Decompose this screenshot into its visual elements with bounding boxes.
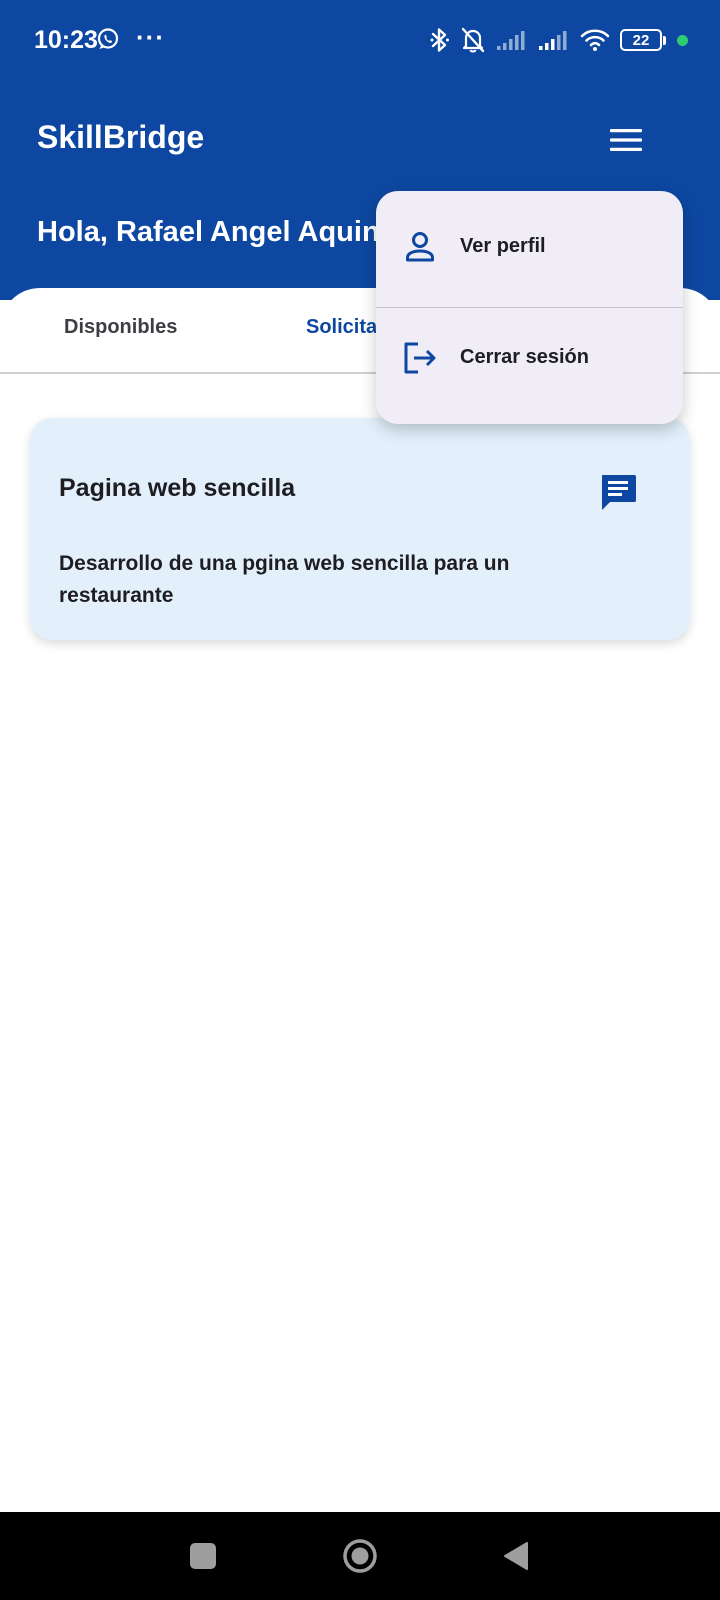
system-navigation-bar [0, 1512, 720, 1600]
back-icon[interactable] [502, 1540, 530, 1572]
logout-icon [404, 342, 436, 374]
card-title: Pagina web sencilla [59, 474, 296, 502]
bluetooth-icon [430, 28, 449, 52]
battery-tip [663, 35, 666, 45]
wifi-icon [580, 29, 610, 51]
status-bar: 10:23 ··· 22 [0, 0, 720, 82]
content-sheet: Disponibles Solicitados Pagina web senci… [0, 288, 720, 1512]
recent-apps-icon[interactable] [190, 1543, 216, 1569]
tab-disponibles[interactable]: Disponibles [64, 316, 177, 339]
battery-level: 22 [632, 31, 650, 49]
menu-button[interactable] [604, 120, 648, 160]
status-time: 10:23 [34, 26, 98, 54]
menu-item-ver-perfil[interactable]: Ver perfil [376, 191, 683, 307]
project-card[interactable]: Pagina web sencilla Desarrollo de una pg… [30, 418, 690, 640]
person-icon [406, 232, 434, 262]
whatsapp-icon [97, 28, 119, 49]
menu-item-label: Cerrar sesión [460, 346, 589, 368]
battery-icon: 22 [620, 29, 662, 51]
status-icons: 22 [430, 24, 688, 56]
privacy-indicator-dot [677, 34, 688, 46]
more-notifications-indicator: ··· [136, 22, 165, 52]
signal-icon [539, 31, 567, 50]
bell-off-icon [461, 27, 485, 53]
card-description: Desarrollo de una pgina web sencilla par… [59, 552, 510, 607]
hamburger-menu-icon[interactable] [609, 127, 643, 153]
chat-icon[interactable] [596, 470, 640, 514]
profile-dropdown-menu: Ver perfil Cerrar sesión [376, 191, 683, 424]
signal-icon [497, 31, 525, 50]
menu-item-label: Ver perfil [460, 235, 546, 257]
app-title: SkillBridge [37, 119, 205, 155]
menu-item-cerrar-sesion[interactable]: Cerrar sesión [376, 308, 683, 424]
home-icon[interactable] [342, 1538, 378, 1574]
